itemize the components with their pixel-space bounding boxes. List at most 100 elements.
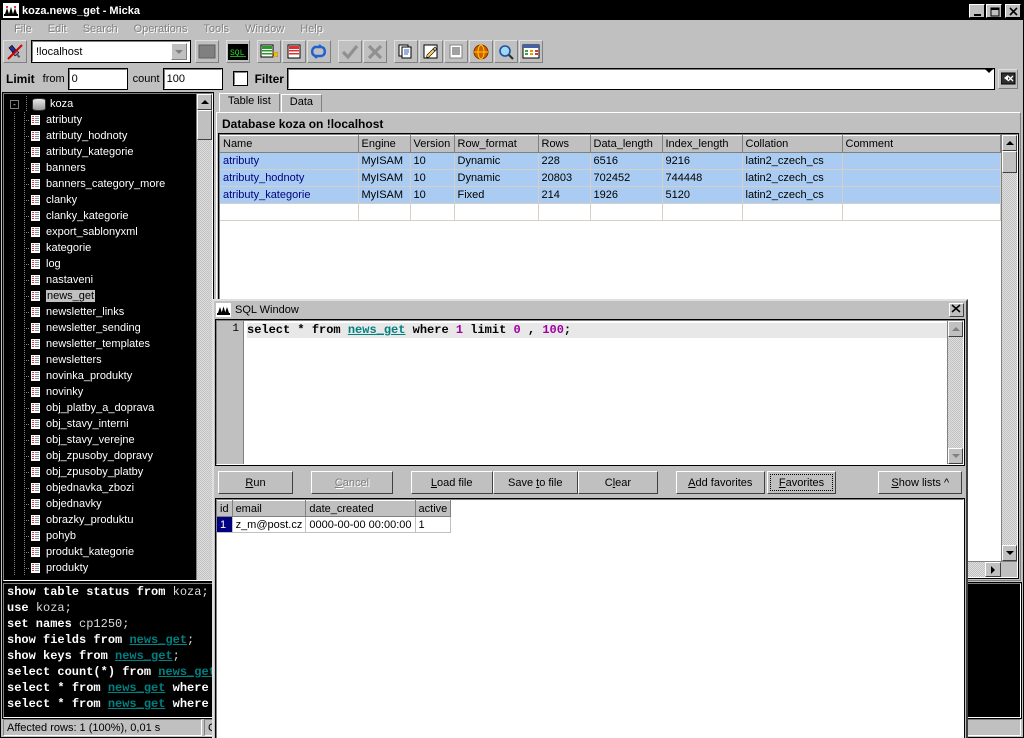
tree-item-obj_platby_a_doprava[interactable]: obj_platby_a_doprava	[4, 400, 196, 416]
limit-from-input[interactable]: 0	[67, 67, 128, 90]
globe-button[interactable]	[469, 40, 493, 63]
result-row[interactable]: 1 z_m@post.cz 0000-00-00 00:00:00 1	[217, 516, 452, 533]
table-row[interactable]	[220, 203, 1001, 221]
host-combo[interactable]: !localhost	[31, 40, 191, 63]
tree-item-obj_zpusoby_platby[interactable]: obj_zpusoby_platby	[4, 464, 196, 480]
result-cell-id[interactable]: 1	[217, 516, 233, 533]
chevron-down-icon[interactable]	[985, 68, 993, 85]
cell-collation[interactable]: latin2_czech_cs	[742, 169, 843, 187]
scroll-track[interactable]	[197, 140, 212, 580]
sql-window-close-button[interactable]	[949, 303, 964, 317]
object-tree[interactable]: - koza atributy atributy_hodnoty atributy_…	[4, 94, 196, 580]
close-button[interactable]	[1005, 3, 1021, 18]
tree-item-pohyb[interactable]: pohyb	[4, 528, 196, 544]
favorites-button[interactable]: Favorites	[766, 471, 837, 494]
load-file-button[interactable]: Load file	[410, 471, 493, 494]
tree-item-obj_stavy_verejne[interactable]: obj_stavy_verejne	[4, 432, 196, 448]
cell-empty[interactable]	[410, 203, 455, 221]
cell-empty[interactable]	[454, 203, 539, 221]
tree-expander-icon[interactable]: -	[10, 99, 19, 109]
cell-version[interactable]: 10	[410, 186, 455, 204]
tree-item-log[interactable]: log	[4, 256, 196, 272]
cell-empty[interactable]	[538, 203, 591, 221]
menu-item-help[interactable]: Help	[292, 22, 331, 36]
sql-editor-vertical-scrollbar[interactable]	[947, 321, 963, 464]
cell-index_length[interactable]: 5120	[662, 186, 743, 204]
column-header-collation[interactable]: Collation	[742, 135, 843, 153]
tree-item-atributy[interactable]: atributy	[4, 112, 196, 128]
cell-collation[interactable]: latin2_czech_cs	[742, 186, 843, 204]
cell-empty[interactable]	[590, 203, 663, 221]
tree-item-news_get[interactable]: news_get	[4, 288, 196, 304]
table-header-row[interactable]: Name Engine Version Row_format Rows Data_leng…	[220, 135, 1001, 153]
result-column-date_created[interactable]: date_created	[305, 500, 416, 517]
tree-item-newsletter_links[interactable]: newsletter_links	[4, 304, 196, 320]
table-button[interactable]	[282, 40, 306, 63]
result-cell-email[interactable]: z_m@post.cz	[232, 516, 307, 533]
tree-item-objednavka_zbozi[interactable]: objednavka_zbozi	[4, 480, 196, 496]
cell-index_length[interactable]: 9216	[662, 152, 743, 170]
table-row[interactable]: atributy MyISAM 10 Dynamic 228 6516 9216 latin2…	[220, 152, 1001, 170]
tree-item-newsletters[interactable]: newsletters	[4, 352, 196, 368]
cell-engine[interactable]: MyISAM	[358, 186, 411, 204]
tree-item-banners[interactable]: banners	[4, 160, 196, 176]
scroll-thumb[interactable]	[1002, 151, 1017, 173]
maximize-button[interactable]	[986, 3, 1002, 18]
column-header-index_length[interactable]: Index_length	[662, 135, 743, 153]
scroll-down-button[interactable]	[948, 448, 963, 464]
tree-item-nastaveni[interactable]: nastaveni	[4, 272, 196, 288]
table-row[interactable]: atributy_hodnoty MyISAM 10 Dynamic 20803 7024…	[220, 169, 1001, 187]
scroll-right-button[interactable]	[985, 562, 1001, 577]
tab-data[interactable]: Data	[280, 94, 323, 112]
limit-count-input[interactable]: 100	[162, 67, 223, 90]
run-button[interactable]: Run	[218, 471, 293, 494]
sql-window-titlebar[interactable]: SQL Window	[214, 301, 966, 319]
column-header-comment[interactable]: Comment	[842, 135, 1001, 153]
cell-empty[interactable]	[742, 203, 843, 221]
chevron-down-icon[interactable]	[171, 43, 187, 60]
search-button[interactable]	[494, 40, 518, 63]
result-column-email[interactable]: email	[232, 500, 307, 517]
cell-rows[interactable]: 214	[538, 186, 591, 204]
cell-row_format[interactable]: Dynamic	[454, 169, 539, 187]
tree-item-kategorie[interactable]: kategorie	[4, 240, 196, 256]
stop-button[interactable]	[195, 40, 219, 63]
grid-vertical-scrollbar[interactable]	[1001, 135, 1017, 561]
scroll-up-button[interactable]	[948, 321, 963, 337]
tree-item-clanky_kategorie[interactable]: clanky_kategorie	[4, 208, 196, 224]
scroll-up-button[interactable]	[197, 94, 212, 110]
cell-name[interactable]: atributy	[220, 152, 359, 170]
disconnect-icon-button[interactable]	[3, 40, 27, 63]
filter-combo[interactable]	[286, 67, 996, 90]
sql-editor[interactable]: select * from news_get where 1 limit 0 ,…	[244, 321, 947, 464]
cell-name[interactable]: atributy_kategorie	[220, 186, 359, 204]
tree-item-atributy_hodnoty[interactable]: atributy_hodnoty	[4, 128, 196, 144]
menu-item-search[interactable]: Search	[75, 22, 126, 36]
cell-comment[interactable]	[842, 186, 1001, 204]
cell-version[interactable]: 10	[410, 169, 455, 187]
edit-button[interactable]	[419, 40, 443, 63]
menu-item-file[interactable]: File	[6, 22, 40, 36]
add-favorites-button[interactable]: Add favorites	[675, 471, 765, 494]
menu-item-edit[interactable]: Edit	[40, 22, 75, 36]
column-header-rows[interactable]: Rows	[538, 135, 591, 153]
tree-item-clanky[interactable]: clanky	[4, 192, 196, 208]
tree-item-obrazky_produktu[interactable]: obrazky_produktu	[4, 512, 196, 528]
console-button[interactable]: SQL	[226, 40, 250, 63]
scroll-down-button[interactable]	[1002, 545, 1017, 561]
tree-item-novinky[interactable]: novinky	[4, 384, 196, 400]
cell-data_length[interactable]: 6516	[590, 152, 663, 170]
copy-button[interactable]	[394, 40, 418, 63]
cell-engine[interactable]: MyISAM	[358, 152, 411, 170]
tree-item-banners_category_more[interactable]: banners_category_more	[4, 176, 196, 192]
tree-vertical-scrollbar[interactable]	[196, 94, 212, 580]
tree-item-obj_zpusoby_dopravy[interactable]: obj_zpusoby_dopravy	[4, 448, 196, 464]
tree-node-root[interactable]: - koza	[4, 96, 196, 112]
cell-empty[interactable]	[662, 203, 743, 221]
cell-index_length[interactable]: 744448	[662, 169, 743, 187]
cell-row_format[interactable]: Fixed	[454, 186, 539, 204]
column-header-version[interactable]: Version	[410, 135, 455, 153]
cell-empty[interactable]	[842, 203, 1001, 221]
column-header-row_format[interactable]: Row_format	[454, 135, 539, 153]
sql-editor-wrapper[interactable]: 1 select * from news_get where 1 limit 0…	[215, 319, 965, 466]
